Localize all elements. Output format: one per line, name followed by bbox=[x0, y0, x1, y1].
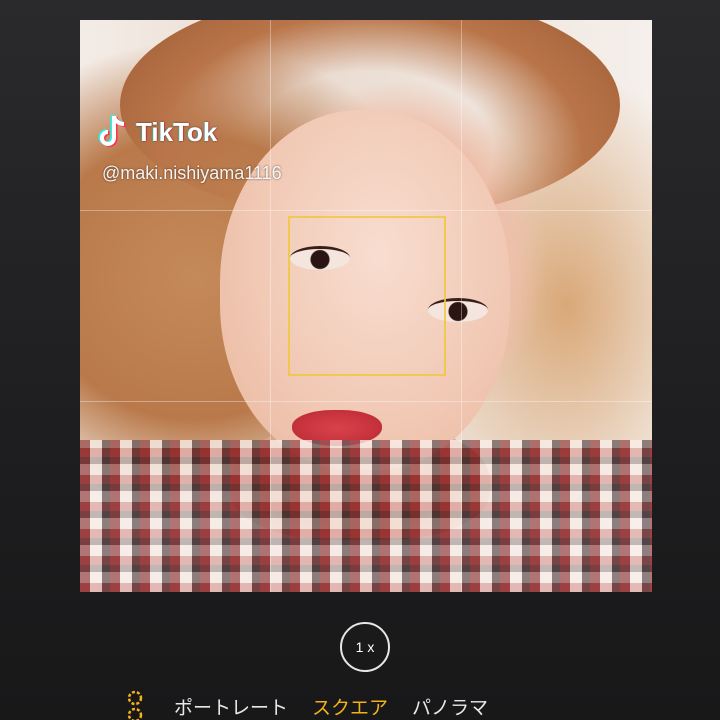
tiktok-watermark: TikTok bbox=[96, 112, 217, 152]
grid-line-horizontal-1 bbox=[80, 210, 652, 211]
camera-mode-selector: ポートレート スクエア パノラマ bbox=[120, 686, 680, 720]
grid-line-vertical-2 bbox=[461, 20, 462, 592]
tiktok-username: @maki.nishiyama1116 bbox=[102, 163, 282, 183]
grid-line-horizontal-2 bbox=[80, 401, 652, 402]
camera-screen: TikTok @maki.nishiyama1116 1 x ポートレート スク… bbox=[0, 0, 720, 720]
grid-line-vertical-1 bbox=[270, 20, 271, 592]
live-photo-icon[interactable] bbox=[120, 688, 150, 720]
subject-shirt bbox=[80, 440, 652, 592]
mode-square[interactable]: スクエア bbox=[312, 693, 388, 720]
mode-panorama[interactable]: パノラマ bbox=[412, 693, 488, 720]
focus-box bbox=[288, 216, 446, 376]
mode-portrait[interactable]: ポートレート bbox=[174, 693, 288, 720]
tiktok-note-icon bbox=[98, 114, 126, 147]
zoom-toggle-button[interactable]: 1 x bbox=[340, 622, 390, 672]
camera-viewfinder[interactable]: TikTok @maki.nishiyama1116 bbox=[80, 20, 652, 592]
tiktok-brand-text: TikTok bbox=[136, 116, 218, 147]
